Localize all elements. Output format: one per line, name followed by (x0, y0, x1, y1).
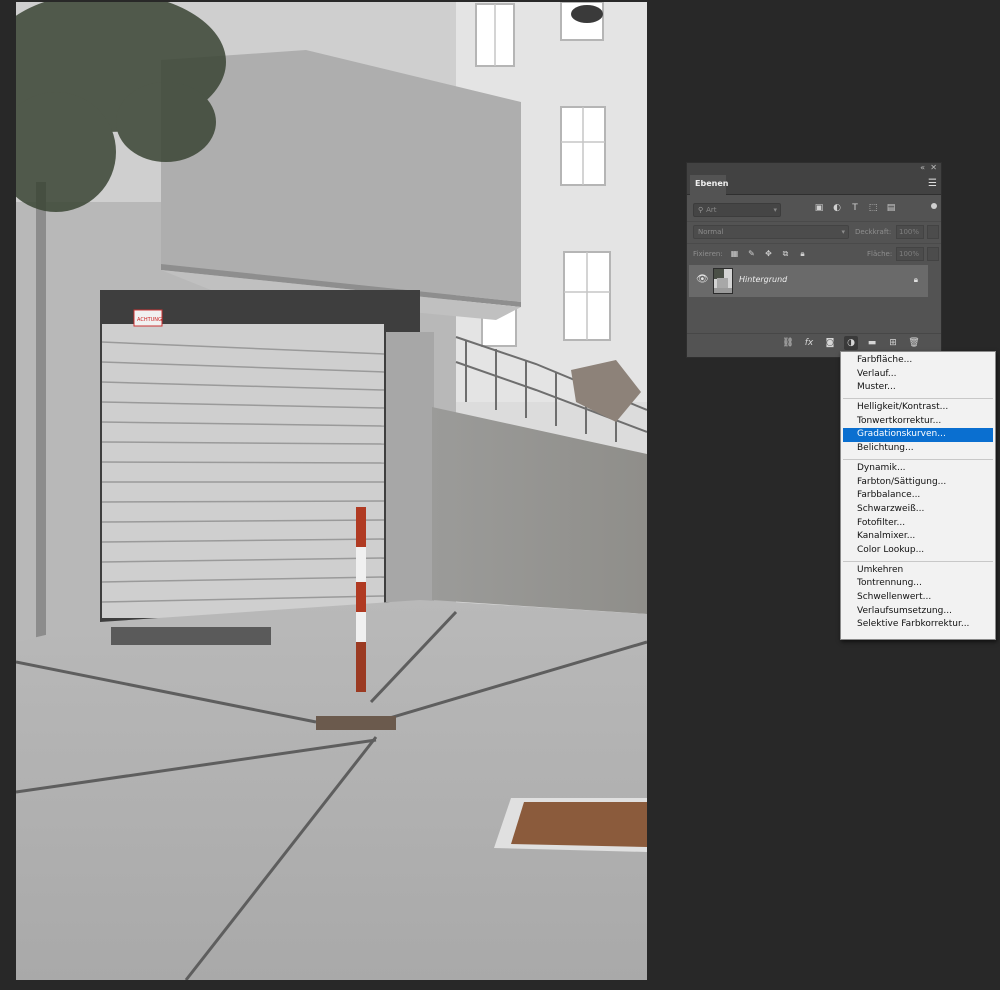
adjustment-filter-icon[interactable]: ◐ (831, 202, 843, 214)
menu-item-dynamik[interactable]: Dynamik... (841, 462, 995, 476)
menu-item-verlaufsumsetzung[interactable]: Verlaufsumsetzung... (841, 605, 995, 619)
menu-item-tonwertkorrektur[interactable]: Tonwertkorrektur... (841, 415, 995, 429)
adjustment-layer-menu: Farbfläche... Verlauf... Muster... Helli… (840, 351, 996, 640)
menu-item-belichtung[interactable]: Belichtung... (841, 442, 995, 456)
menu-item-selektive-farbkorrektur[interactable]: Selektive Farbkorrektur... (841, 618, 995, 632)
lock-pixels-icon[interactable]: ✎ (746, 247, 757, 261)
menu-item-color-lookup[interactable]: Color Lookup... (841, 544, 995, 558)
link-layers-icon[interactable]: ⛓ (781, 336, 795, 350)
lock-transparency-icon[interactable]: ▦ (729, 247, 740, 261)
pixel-filter-icon[interactable]: ▣ (813, 202, 825, 214)
lock-all-icon[interactable]: 🔒︎ (797, 247, 808, 261)
add-mask-icon[interactable]: ◙ (823, 336, 837, 350)
trash-icon[interactable]: 🗑︎ (907, 336, 921, 350)
lock-artboard-icon[interactable]: ⧉ (780, 247, 791, 261)
opacity-slider-button[interactable] (927, 225, 939, 239)
blend-mode-value: Normal (698, 228, 724, 236)
close-icon[interactable]: ✕ (930, 163, 937, 173)
menu-item-tontrennung[interactable]: Tontrennung... (841, 577, 995, 591)
shape-filter-icon[interactable]: ⬚ (867, 202, 879, 214)
opacity-label: Deckkraft: (855, 228, 892, 236)
menu-item-gradationskurven[interactable]: Gradationskurven... (843, 428, 993, 443)
blend-row: Normal ▾ Deckkraft: 100% (687, 221, 941, 241)
layer-name: Hintergrund (739, 275, 788, 284)
smartobject-filter-icon[interactable]: ▤ (885, 202, 897, 214)
menu-item-fotofilter[interactable]: Fotofilter... (841, 517, 995, 531)
blend-mode-select[interactable]: Normal ▾ (693, 225, 849, 239)
menu-separator (843, 458, 993, 460)
layer-filter-row: ⚲ Art ▾ ▣ ◐ T ⬚ ▤ (687, 199, 941, 219)
new-layer-icon[interactable]: ⊞ (886, 336, 900, 350)
filter-kind-label: Art (706, 206, 717, 214)
warning-sign-text: ACHTUNG (137, 317, 162, 323)
filter-kind-select[interactable]: ⚲ Art ▾ (693, 203, 781, 217)
chevron-down-icon: ▾ (841, 228, 845, 236)
layers-panel: « ✕ Ebenen ☰ ⚲ Art ▾ ▣ ◐ T ⬚ ▤ Normal ▾ Deckk… (686, 162, 942, 358)
fill-slider-button[interactable] (927, 247, 939, 261)
menu-item-farbton-saettigung[interactable]: Farbton/Sättigung... (841, 476, 995, 490)
type-filter-icon[interactable]: T (849, 202, 861, 214)
menu-item-verlauf[interactable]: Verlauf... (841, 368, 995, 382)
panel-footer: ⛓ fx ◙ ◑ ▬ ⊞ 🗑︎ (687, 333, 941, 351)
adjustment-layer-icon[interactable]: ◑ (844, 336, 858, 350)
layer-row-background[interactable]: 👁︎ Hintergrund 🔒︎ (689, 265, 928, 297)
new-group-folder-icon[interactable]: ▬ (865, 336, 879, 350)
menu-item-farbflaeche[interactable]: Farbfläche... (841, 354, 995, 368)
menu-item-umkehren[interactable]: Umkehren (841, 564, 995, 578)
menu-item-muster[interactable]: Muster... (841, 381, 995, 395)
photo-image: ACHTUNG (16, 2, 647, 980)
lock-row: Fixieren: ▦ ✎ ✥ ⧉ 🔒︎ Fläche: 100% (687, 243, 941, 263)
layer-style-fx-icon[interactable]: fx (802, 336, 816, 350)
visibility-eye-icon[interactable]: 👁︎ (696, 274, 709, 286)
filter-toggle[interactable] (931, 203, 937, 209)
panel-tabbar: Ebenen ☰ (687, 173, 941, 195)
menu-item-schwellenwert[interactable]: Schwellenwert... (841, 591, 995, 605)
lock-label: Fixieren: (693, 250, 723, 258)
menu-separator (843, 560, 993, 562)
document-canvas[interactable]: ACHTUNG (16, 2, 647, 980)
panel-menu-icon[interactable]: ☰ (928, 178, 937, 190)
fill-input[interactable]: 100% (896, 247, 924, 261)
panel-titlebar[interactable]: « ✕ (687, 163, 941, 173)
lock-position-icon[interactable]: ✥ (763, 247, 774, 261)
menu-separator (843, 398, 993, 400)
menu-item-kanalmixer[interactable]: Kanalmixer... (841, 530, 995, 544)
collapse-icon[interactable]: « (920, 163, 925, 173)
fill-label: Fläche: (867, 250, 893, 258)
opacity-input[interactable]: 100% (896, 225, 924, 239)
chevron-down-icon: ▾ (773, 206, 777, 214)
tab-layers[interactable]: Ebenen (690, 175, 728, 195)
layer-thumbnail (713, 268, 733, 294)
menu-item-farbbalance[interactable]: Farbbalance... (841, 489, 995, 503)
layer-lock-icon[interactable]: 🔒︎ (914, 274, 918, 286)
menu-item-helligkeit-kontrast[interactable]: Helligkeit/Kontrast... (841, 401, 995, 415)
menu-item-schwarzweiss[interactable]: Schwarzweiß... (841, 503, 995, 517)
search-icon: ⚲ (698, 206, 704, 214)
